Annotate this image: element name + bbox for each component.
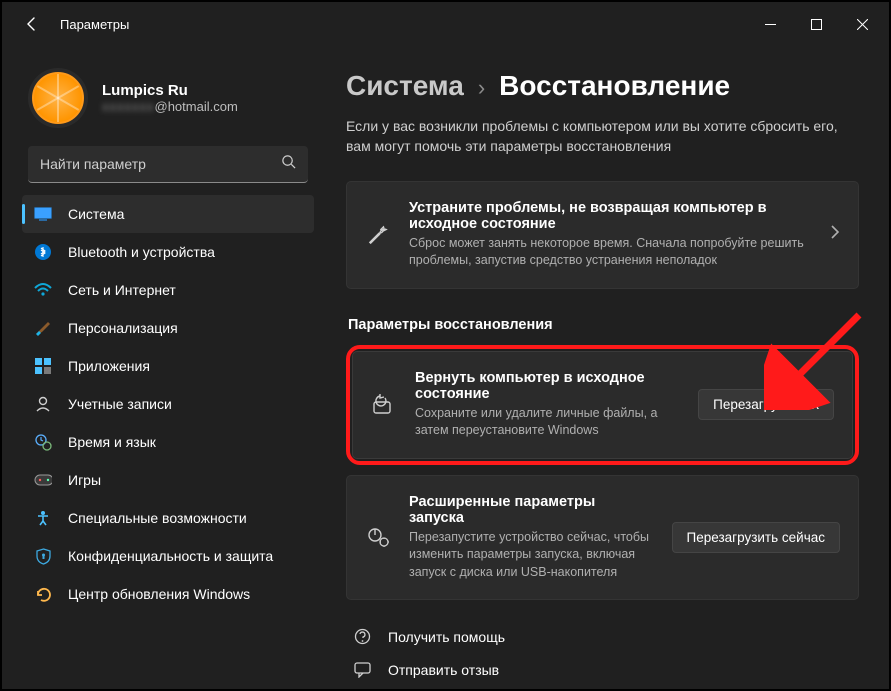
nav-item-windows-update[interactable]: Центр обновления Windows [22, 575, 314, 613]
troubleshoot-card[interactable]: Устраните проблемы, не возвращая компьют… [346, 181, 859, 289]
nav-item-network[interactable]: Сеть и Интернет [22, 271, 314, 309]
nav-list: Система Bluetooth и устройства Сеть и Ин… [22, 195, 314, 613]
get-help-link[interactable]: Получить помощь [346, 620, 859, 653]
nav-label: Сеть и Интернет [68, 282, 176, 298]
minimize-button[interactable] [747, 8, 793, 40]
card-title: Устраните проблемы, не возвращая компьют… [409, 200, 812, 232]
nav-item-system[interactable]: Система [22, 195, 314, 233]
sidebar: Lumpics Ru xxxxxxx@hotmail.com Система B… [2, 46, 322, 689]
breadcrumb-parent[interactable]: Система [346, 70, 464, 102]
give-feedback-link[interactable]: Отправить отзыв [346, 653, 859, 686]
nav-label: Время и язык [68, 434, 156, 450]
shield-icon [34, 547, 52, 565]
window-title: Параметры [60, 17, 129, 32]
orange-icon [32, 72, 84, 124]
reset-icon [371, 394, 397, 416]
gamepad-icon [34, 471, 52, 489]
accessibility-icon [34, 509, 52, 527]
maximize-icon [811, 19, 822, 30]
search-icon [281, 154, 296, 174]
annotation-highlight: Вернуть компьютер в исходное состояние С… [346, 345, 859, 465]
advanced-startup-card: Расширенные параметры запуска Перезапуст… [346, 475, 859, 601]
card-title: Вернуть компьютер в исходное состояние [415, 370, 680, 402]
update-icon [34, 585, 52, 603]
main-content: Система › Восстановление Если у вас возн… [322, 46, 889, 689]
avatar [28, 68, 88, 128]
close-icon [857, 19, 868, 30]
nav-item-gaming[interactable]: Игры [22, 461, 314, 499]
chevron-right-icon: › [478, 75, 485, 101]
nav-item-bluetooth[interactable]: Bluetooth и устройства [22, 233, 314, 271]
apps-icon [34, 357, 52, 375]
nav-label: Учетные записи [68, 396, 172, 412]
nav-label: Система [68, 206, 124, 222]
wifi-icon [34, 281, 52, 299]
nav-item-accounts[interactable]: Учетные записи [22, 385, 314, 423]
nav-item-time-language[interactable]: Время и язык [22, 423, 314, 461]
breadcrumb-current: Восстановление [499, 70, 730, 102]
account-name: Lumpics Ru [102, 82, 238, 99]
card-subtitle: Сохраните или удалите личные файлы, а за… [415, 405, 680, 440]
reset-pc-card: Вернуть компьютер в исходное состояние С… [352, 351, 853, 459]
card-title: Расширенные параметры запуска [409, 494, 654, 526]
account-block[interactable]: Lumpics Ru xxxxxxx@hotmail.com [22, 56, 314, 146]
paintbrush-icon [34, 319, 52, 337]
bluetooth-icon [34, 243, 52, 261]
reset-pc-button[interactable]: Перезагрузка ПК [698, 389, 834, 420]
close-button[interactable] [839, 8, 885, 40]
nav-item-privacy[interactable]: Конфиденциальность и защита [22, 537, 314, 575]
maximize-button[interactable] [793, 8, 839, 40]
power-settings-icon [365, 526, 391, 548]
arrow-left-icon [24, 16, 40, 32]
wrench-icon [365, 224, 391, 246]
display-icon [34, 205, 52, 223]
card-subtitle: Сброс может занять некоторое время. Снач… [409, 235, 812, 270]
nav-label: Игры [68, 472, 101, 488]
breadcrumb: Система › Восстановление [346, 70, 859, 102]
nav-label: Приложения [68, 358, 150, 374]
nav-item-personalization[interactable]: Персонализация [22, 309, 314, 347]
nav-item-accessibility[interactable]: Специальные возможности [22, 499, 314, 537]
back-button[interactable] [22, 14, 42, 34]
restart-now-button[interactable]: Перезагрузить сейчас [672, 522, 840, 553]
search-box[interactable] [28, 146, 308, 183]
link-label: Получить помощь [388, 629, 505, 645]
nav-label: Персонализация [68, 320, 178, 336]
nav-label: Специальные возможности [68, 510, 247, 526]
minimize-icon [765, 19, 776, 30]
account-email: xxxxxxx@hotmail.com [102, 99, 238, 114]
chevron-right-icon [830, 224, 840, 245]
titlebar: Параметры [2, 2, 889, 46]
nav-label: Центр обновления Windows [68, 586, 250, 602]
search-input[interactable] [28, 146, 308, 182]
feedback-icon [352, 661, 372, 678]
nav-label: Конфиденциальность и защита [68, 548, 273, 564]
card-subtitle: Перезапустите устройство сейчас, чтобы и… [409, 529, 654, 582]
nav-item-apps[interactable]: Приложения [22, 347, 314, 385]
globe-clock-icon [34, 433, 52, 451]
recovery-section-title: Параметры восстановления [348, 317, 859, 333]
help-icon [352, 628, 372, 645]
person-icon [34, 395, 52, 413]
page-description: Если у вас возникли проблемы с компьютер… [346, 116, 846, 157]
link-label: Отправить отзыв [388, 662, 499, 678]
nav-label: Bluetooth и устройства [68, 244, 215, 260]
